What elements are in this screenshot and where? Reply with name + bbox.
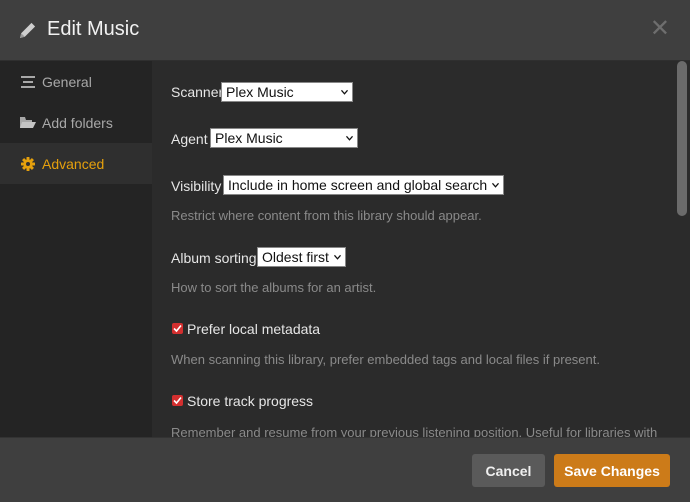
edit-library-dialog: Edit Music ✕ General Add folders Advance… [0,0,690,502]
prefer-local-metadata-help: When scanning this library, prefer embed… [171,352,600,367]
sidebar-item-advanced[interactable]: Advanced [0,143,152,184]
prefer-local-metadata-checkbox[interactable] [172,323,183,334]
store-track-progress-label[interactable]: Store track progress [187,393,313,409]
gear-icon [20,156,36,172]
scanner-label: Scanner [171,84,224,100]
sidebar-item-add-folders[interactable]: Add folders [0,102,152,143]
content-scrollbar[interactable] [674,61,690,437]
chevron-down-icon [334,254,341,260]
dialog-header: Edit Music ✕ [0,0,690,61]
album-sorting-help: How to sort the albums for an artist. [171,280,377,295]
dialog-title: Edit Music [47,18,140,40]
visibility-help: Restrict where content from this library… [171,208,482,223]
album-sorting-value: Oldest first [262,249,329,265]
store-track-progress-help: Remember and resume from your previous l… [171,425,658,437]
folder-open-icon [20,115,36,131]
pencil-icon [20,22,36,38]
dialog-footer: Cancel Save Changes [0,437,690,502]
agent-value: Plex Music [215,130,283,146]
scanner-select[interactable]: Plex Music [221,82,353,102]
advanced-settings-panel: Scanner Plex Music Agent Plex Music Visi… [152,61,674,437]
save-changes-button[interactable]: Save Changes [554,454,670,487]
sidebar-item-general[interactable]: General [0,61,152,102]
agent-label: Agent [171,131,208,147]
visibility-value: Include in home screen and global search [228,177,488,193]
visibility-label: Visibility [171,178,222,194]
visibility-select[interactable]: Include in home screen and global search [223,175,504,195]
sidebar-item-label: Advanced [42,155,105,172]
store-track-progress-checkbox[interactable] [172,395,183,406]
chevron-down-icon [341,89,348,95]
checkmark-icon [173,396,182,405]
cancel-button[interactable]: Cancel [472,454,545,487]
album-sorting-label: Album sorting [171,250,257,266]
chevron-down-icon [346,135,353,141]
chevron-down-icon [492,182,499,188]
close-icon[interactable]: ✕ [650,16,670,40]
list-icon [20,74,36,90]
sidebar-item-label: Add folders [42,114,113,131]
checkmark-icon [173,324,182,333]
sidebar-item-label: General [42,73,92,90]
prefer-local-metadata-label[interactable]: Prefer local metadata [187,321,320,337]
album-sorting-select[interactable]: Oldest first [257,247,346,267]
agent-select[interactable]: Plex Music [210,128,358,148]
scrollbar-thumb[interactable] [677,61,687,216]
sidebar: General Add folders Advanced [0,61,152,437]
scanner-value: Plex Music [226,84,294,100]
